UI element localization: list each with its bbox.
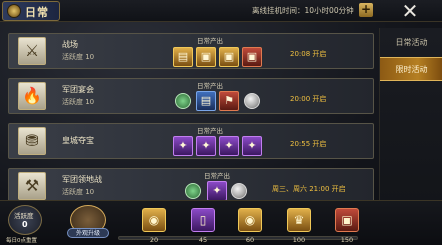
activity-points: 活跃度 10 xyxy=(62,188,95,196)
milestone-value: 45 xyxy=(198,236,208,244)
output-label: 日常产出 xyxy=(197,127,223,135)
milestone-gold-coin-icon[interactable]: ◉ xyxy=(142,208,166,232)
appearance-upgrade-button[interactable]: 外观升级 xyxy=(67,228,109,238)
start-time: 20:08 开启 xyxy=(290,50,327,58)
start-time: 20:00 开启 xyxy=(290,95,327,103)
output-label: 日常产出 xyxy=(197,37,223,45)
silver-coin-icon[interactable] xyxy=(244,93,260,109)
milestone-value: 150 xyxy=(340,236,354,244)
emblem-icon xyxy=(7,4,21,18)
milestone-value: 60 xyxy=(245,236,255,244)
title-badge: 日常 xyxy=(2,1,60,21)
purple-shard-icon[interactable]: ✦ xyxy=(219,136,239,156)
milestone-purple-card-icon[interactable]: ▯ xyxy=(191,208,215,232)
gold-chest-icon[interactable]: ▣ xyxy=(196,47,216,67)
blue-scroll-icon[interactable]: ▤ xyxy=(196,91,216,111)
purple-shard-icon[interactable]: ✦ xyxy=(196,136,216,156)
purple-shard-icon[interactable]: ✦ xyxy=(207,181,227,201)
treasure-chest-icon: ⛃ xyxy=(18,127,46,155)
reset-note: 每日0点重置 xyxy=(6,238,37,244)
activity-name: 皇城夺宝 xyxy=(62,136,94,145)
milestone-gold-trophy-icon[interactable]: ♛ xyxy=(287,208,311,232)
activity-name: 战场 xyxy=(62,40,78,49)
start-time: 20:55 开启 xyxy=(290,140,327,148)
activity-list: ⚔ 战场 活跃度 10 日常产出 ▤ ▣ ▣ ▣ 20:08 开启 🔥 军团宴会… xyxy=(8,24,374,204)
activity-name: 军团宴会 xyxy=(62,85,94,94)
activity-points: 活跃度 10 xyxy=(62,98,95,106)
activity-points: 活跃度 10 xyxy=(62,53,95,61)
start-time: 周三、周六 21:00 开启 xyxy=(272,185,346,193)
add-offline-time-button[interactable]: + xyxy=(359,3,373,17)
battlefield-icon: ⚔ xyxy=(18,37,46,65)
activity-label: 活跃度 xyxy=(14,212,34,220)
red-banner-icon[interactable]: ⚑ xyxy=(219,91,239,111)
milestone-red-chest-icon[interactable]: ▣ xyxy=(335,208,359,232)
crossed-axes-icon: ⚒ xyxy=(18,172,46,200)
activity-row-imperial-treasure[interactable]: ⛃ 皇城夺宝 日常产出 ✦ ✦ ✦ ✦ 20:55 开启 xyxy=(8,123,374,159)
activity-row-battlefield[interactable]: ⚔ 战场 活跃度 10 日常产出 ▤ ▣ ▣ ▣ 20:08 开启 xyxy=(8,33,374,69)
banquet-fire-icon: 🔥 xyxy=(18,82,46,110)
output-label: 日常产出 xyxy=(204,172,230,180)
milestone-gold-coin-icon[interactable]: ◉ xyxy=(238,208,262,232)
activity-value: 0 xyxy=(22,220,28,229)
gold-scroll-icon[interactable]: ▤ xyxy=(173,47,193,67)
green-seal-icon[interactable] xyxy=(175,93,191,109)
output-label: 日常产出 xyxy=(197,82,223,90)
tab-panel: 日常活动 限时活动 xyxy=(379,28,442,228)
page-title: 日常 xyxy=(25,6,49,19)
milestone-value: 20 xyxy=(149,236,159,244)
close-icon[interactable]: ✕ xyxy=(400,1,420,22)
green-seal-icon[interactable] xyxy=(185,183,201,199)
offline-time: 离线挂机时间：10小时00分钟 xyxy=(252,6,354,15)
purple-shard-icon[interactable]: ✦ xyxy=(242,136,262,156)
silver-coin-icon[interactable] xyxy=(231,183,247,199)
activity-row-legion-territory-war[interactable]: ⚒ 军团领地战 活跃度 10 日常产出 ✦ 周三、周六 21:00 开启 xyxy=(8,168,374,204)
gold-chest-icon[interactable]: ▣ xyxy=(219,47,239,67)
tab-limited-activities[interactable]: 限时活动 xyxy=(380,57,442,81)
red-chest-icon[interactable]: ▣ xyxy=(242,47,262,67)
tab-daily-activities[interactable]: 日常活动 xyxy=(380,31,442,55)
activity-name: 军团领地战 xyxy=(62,175,102,184)
milestone-value: 100 xyxy=(292,236,306,244)
header-bar: 日常 离线挂机时间：10小时00分钟 + ✕ xyxy=(0,0,442,22)
purple-shard-icon[interactable]: ✦ xyxy=(173,136,193,156)
activity-row-legion-banquet[interactable]: 🔥 军团宴会 活跃度 10 日常产出 ▤ ⚑ 20:00 开启 xyxy=(8,78,374,114)
